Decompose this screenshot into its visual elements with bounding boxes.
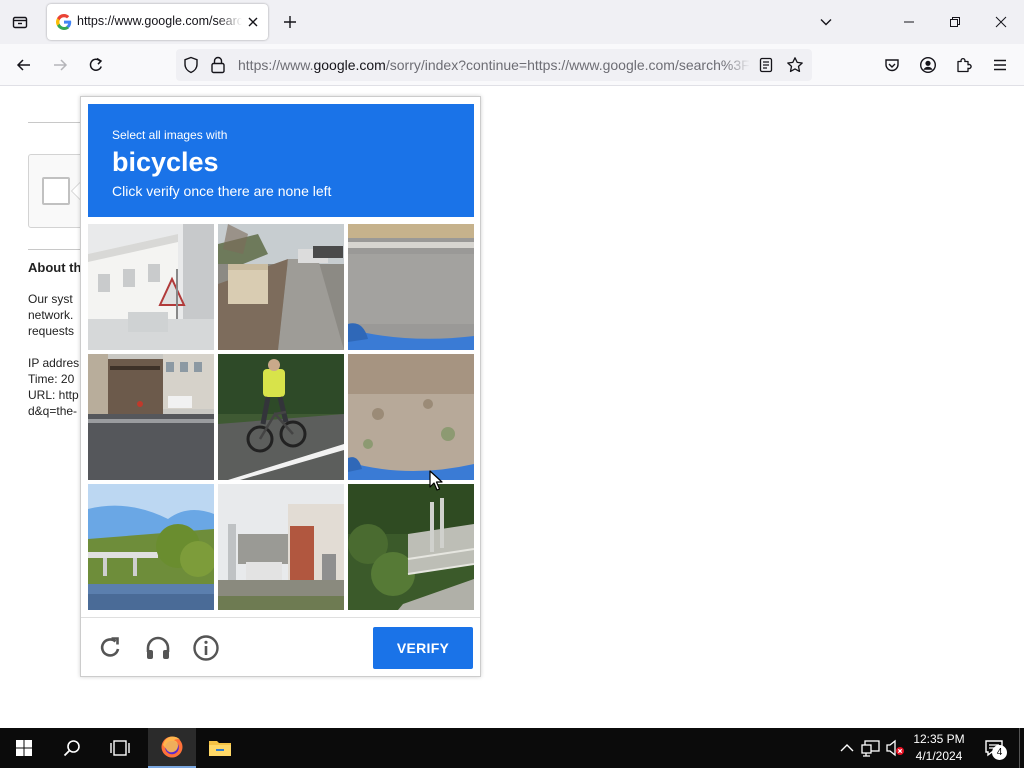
google-g-icon: [56, 14, 72, 30]
captcha-tile[interactable]: [218, 484, 344, 610]
recaptcha-checkbox[interactable]: [42, 177, 70, 205]
hamburger-menu-icon[interactable]: [985, 50, 1015, 80]
navigation-toolbar: https://www.google.com/sorry/index?conti…: [0, 44, 1024, 86]
system-clock[interactable]: 12:35 PM 4/1/2024: [904, 731, 974, 765]
verify-button[interactable]: VERIFY: [373, 627, 473, 669]
captcha-header: Select all images with bicycles Click ve…: [88, 104, 474, 217]
info-line: IP addres: [28, 356, 80, 370]
forward-arrow-icon[interactable]: [45, 50, 75, 80]
captcha-tile[interactable]: [88, 224, 214, 350]
search-icon[interactable]: [48, 728, 96, 768]
url-text[interactable]: https://www.google.com/sorry/index?conti…: [238, 57, 750, 73]
tab-title: https://www.google.com/search?q=the: [77, 14, 242, 28]
tab-list-icon[interactable]: [6, 8, 34, 36]
url-bar[interactable]: https://www.google.com/sorry/index?conti…: [176, 49, 812, 81]
chevron-up-icon[interactable]: [837, 738, 857, 758]
headphones-icon[interactable]: [141, 631, 175, 665]
taskbar: 12:35 PM 4/1/2024 4: [0, 728, 1024, 768]
captcha-subinstruction: Click verify once there are none left: [112, 183, 332, 199]
reload-icon[interactable]: [81, 50, 111, 80]
file-explorer-icon[interactable]: [196, 728, 244, 768]
info-line: d&q=the-: [28, 404, 78, 418]
divider: [28, 122, 88, 123]
back-arrow-icon[interactable]: [9, 50, 39, 80]
chevron-down-icon[interactable]: [812, 8, 840, 36]
reader-view-icon[interactable]: [758, 57, 774, 78]
clock-date: 4/1/2024: [915, 749, 963, 763]
paragraph-line: network.: [28, 308, 74, 322]
browser-tab[interactable]: https://www.google.com/search?q=the: [47, 4, 268, 40]
close-window-button[interactable]: [978, 0, 1024, 44]
divider: [28, 249, 88, 250]
network-icon[interactable]: [861, 738, 881, 758]
task-view-icon[interactable]: [96, 728, 144, 768]
info-line: URL: http: [28, 388, 79, 402]
tab-strip: https://www.google.com/search?q=the: [0, 0, 1024, 44]
star-icon[interactable]: [786, 56, 804, 79]
windows-start-icon[interactable]: [0, 728, 48, 768]
captcha-tile[interactable]: [348, 354, 474, 480]
captcha-challenge: Select all images with bicycles Click ve…: [80, 96, 481, 677]
pocket-icon[interactable]: [877, 50, 907, 80]
shield-icon[interactable]: [182, 56, 200, 79]
mouse-pointer-icon: [429, 470, 443, 492]
puzzle-icon[interactable]: [949, 50, 979, 80]
captcha-tile[interactable]: [348, 484, 474, 610]
info-icon[interactable]: [189, 631, 223, 665]
account-icon[interactable]: [913, 50, 943, 80]
captcha-image-grid: [88, 224, 474, 610]
captcha-tile[interactable]: [218, 354, 344, 480]
minimize-window-button[interactable]: [886, 0, 932, 44]
notification-count: 4: [992, 745, 1007, 760]
plus-icon[interactable]: [276, 8, 304, 36]
paragraph-line: requests: [28, 324, 75, 338]
captcha-tile[interactable]: [218, 224, 344, 350]
clock-time: 12:35 PM: [913, 732, 965, 746]
firefox-icon[interactable]: [148, 728, 196, 768]
restore-window-button[interactable]: [932, 0, 978, 44]
captcha-keyword: bicycles: [112, 147, 219, 177]
show-desktop-button[interactable]: [1019, 728, 1024, 768]
captcha-instruction: Select all images with: [112, 128, 228, 142]
captcha-tile[interactable]: [88, 354, 214, 480]
notifications-icon[interactable]: 4: [980, 734, 1008, 762]
reload-icon[interactable]: [93, 631, 127, 665]
lock-icon[interactable]: [210, 56, 226, 79]
close-tab-icon[interactable]: [243, 12, 263, 32]
info-line: Time: 20: [28, 372, 75, 386]
paragraph-line: Our syst: [28, 292, 73, 306]
captcha-tile[interactable]: [348, 224, 474, 350]
volume-muted-icon[interactable]: [885, 738, 905, 758]
divider: [81, 617, 480, 618]
captcha-tile[interactable]: [88, 484, 214, 610]
about-heading: About th: [28, 260, 82, 275]
